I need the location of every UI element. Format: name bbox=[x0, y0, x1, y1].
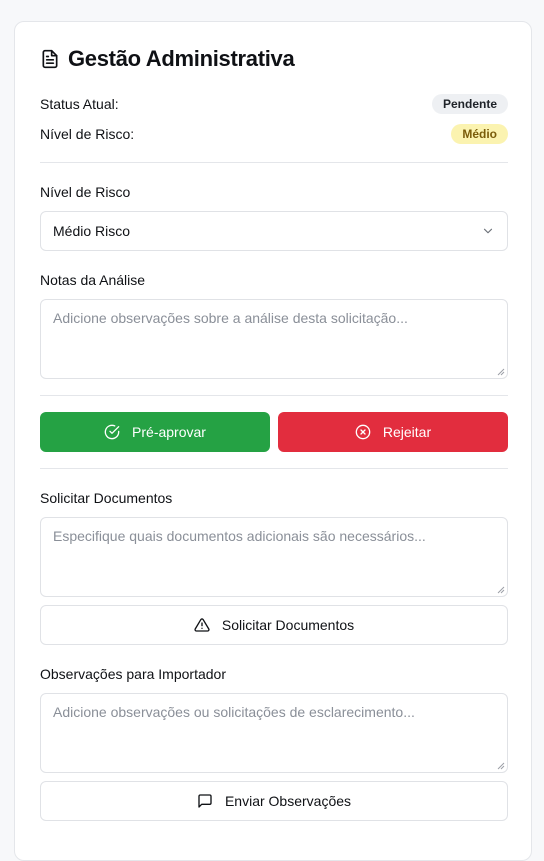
resize-handle-icon[interactable] bbox=[497, 586, 505, 594]
send-observations-label: Enviar Observações bbox=[224, 793, 352, 809]
alert-triangle-icon bbox=[194, 618, 210, 632]
status-label: Status Atual: bbox=[40, 96, 119, 112]
divider bbox=[40, 468, 508, 469]
reject-label: Rejeitar bbox=[382, 424, 432, 440]
x-circle-icon bbox=[355, 424, 371, 440]
request-docs-textarea[interactable]: Especifique quais documentos adicionais … bbox=[40, 517, 508, 597]
importer-notes-textarea[interactable]: Adicione observações ou solicitações de … bbox=[40, 693, 508, 773]
analysis-notes-placeholder: Adicione observações sobre a análise des… bbox=[53, 310, 408, 326]
status-row: Status Atual: Pendente bbox=[40, 94, 508, 114]
divider bbox=[40, 395, 508, 396]
page-title: Gestão Administrativa bbox=[68, 46, 295, 71]
reject-button[interactable]: Rejeitar bbox=[278, 412, 508, 452]
request-docs-button[interactable]: Solicitar Documentos bbox=[40, 605, 508, 645]
risk-level-select[interactable]: Médio Risco bbox=[40, 211, 508, 251]
card-header: Gestão Administrativa bbox=[40, 46, 295, 72]
risk-select-label: Nível de Risco bbox=[40, 184, 131, 200]
request-docs-button-label: Solicitar Documentos bbox=[221, 617, 355, 633]
status-badge: Pendente bbox=[431, 94, 508, 114]
risk-select-value: Médio Risco bbox=[53, 223, 131, 239]
check-circle-icon bbox=[104, 424, 120, 440]
message-square-icon bbox=[198, 794, 212, 808]
request-docs-label: Solicitar Documentos bbox=[40, 490, 173, 506]
pre-approve-button[interactable]: Pré-aprovar bbox=[40, 412, 270, 452]
pre-approve-label: Pré-aprovar bbox=[132, 424, 206, 440]
chevron-down-icon bbox=[483, 228, 493, 234]
risk-label: Nível de Risco: bbox=[40, 126, 135, 142]
admin-management-card: Gestão Administrativa Status Atual: Pend… bbox=[14, 21, 532, 861]
risk-badge: Médio bbox=[451, 124, 508, 144]
resize-handle-icon[interactable] bbox=[497, 368, 505, 376]
divider bbox=[40, 162, 508, 163]
importer-notes-label: Observações para Importador bbox=[40, 666, 226, 682]
importer-notes-placeholder: Adicione observações ou solicitações de … bbox=[53, 704, 415, 720]
request-docs-placeholder: Especifique quais documentos adicionais … bbox=[53, 528, 426, 544]
analysis-notes-textarea[interactable]: Adicione observações sobre a análise des… bbox=[40, 299, 508, 379]
document-icon bbox=[42, 49, 58, 69]
send-observations-button[interactable]: Enviar Observações bbox=[40, 781, 508, 821]
risk-row: Nível de Risco: Médio bbox=[40, 124, 508, 144]
resize-handle-icon[interactable] bbox=[497, 762, 505, 770]
analysis-notes-label: Notas da Análise bbox=[40, 272, 146, 288]
